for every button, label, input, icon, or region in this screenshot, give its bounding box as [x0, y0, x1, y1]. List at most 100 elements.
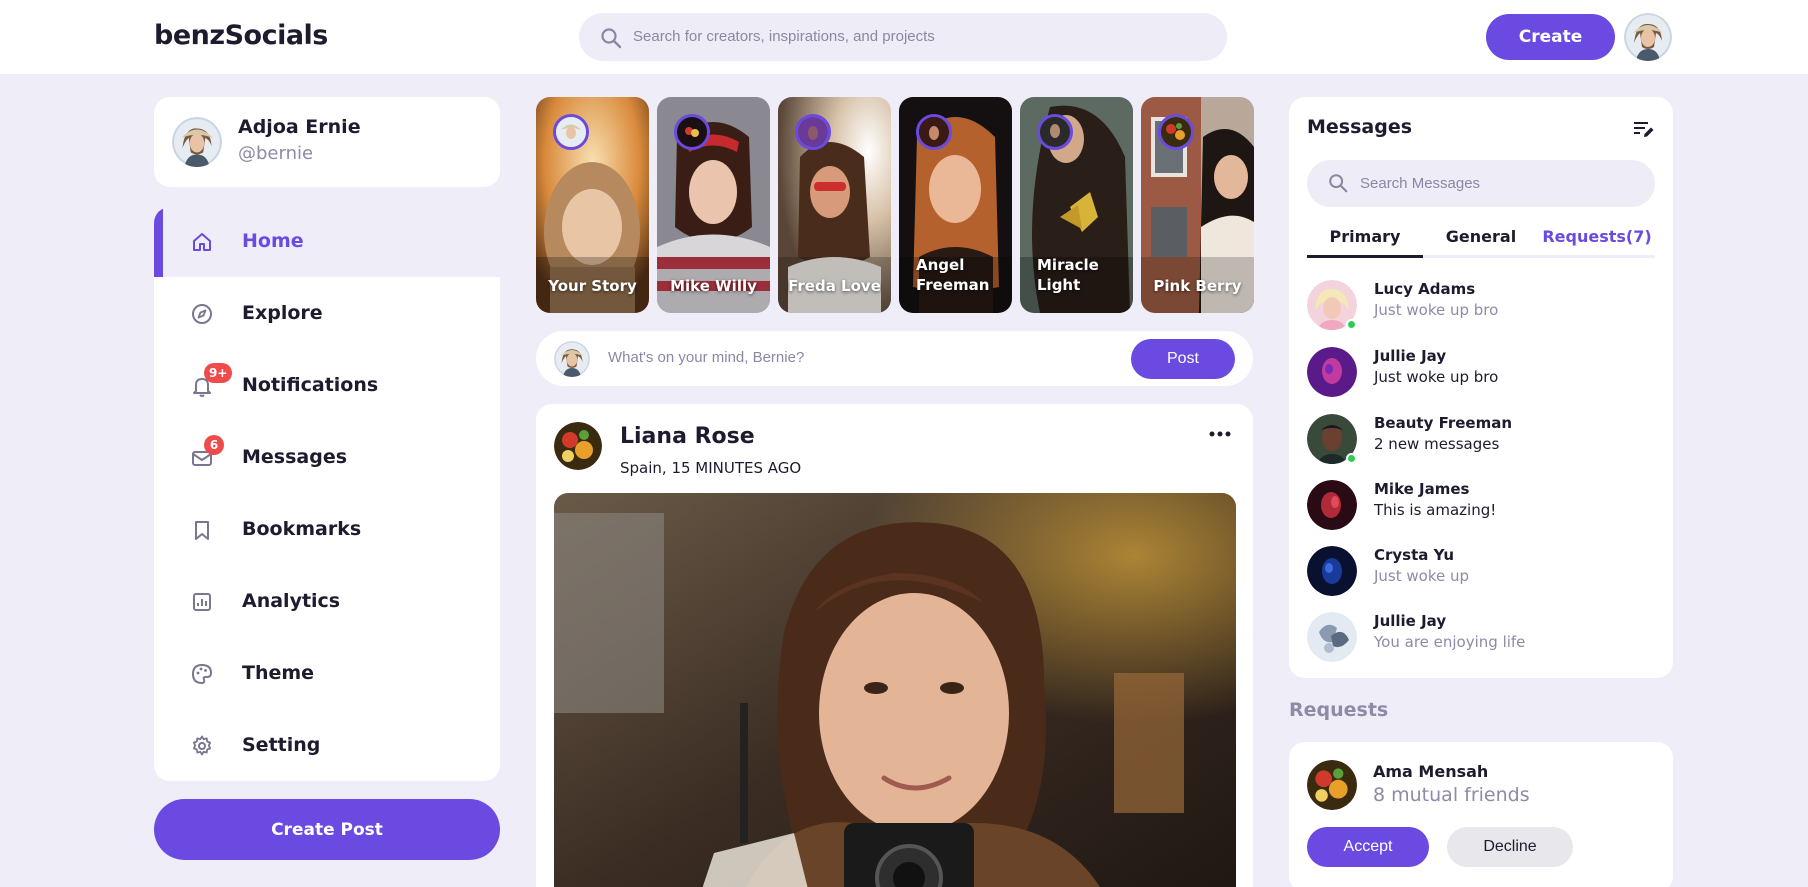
- message-item[interactable]: Lucy Adams Just woke up bro: [1307, 276, 1655, 334]
- profile-name: Adjoa Ernie: [238, 116, 361, 138]
- story-card[interactable]: Mike Willy: [657, 97, 770, 313]
- search-icon: [1329, 174, 1348, 193]
- more-options-icon[interactable]: [1208, 428, 1232, 440]
- palette-icon: [191, 663, 213, 685]
- notifications-badge: 9+: [204, 363, 233, 383]
- story-card[interactable]: Pink Berry: [1141, 97, 1254, 313]
- compose-message-icon[interactable]: [1631, 117, 1655, 141]
- message-preview: Just woke up: [1374, 567, 1470, 585]
- brand-logo[interactable]: benzSocials: [154, 20, 328, 51]
- composer-input[interactable]: What's on your mind, Bernie?: [608, 349, 804, 366]
- online-indicator: [1346, 319, 1357, 330]
- story-card[interactable]: Your Story: [536, 97, 649, 313]
- post-author-name[interactable]: Liana Rose: [620, 424, 755, 449]
- sidebar-item-bookmarks[interactable]: Bookmarks: [154, 495, 500, 565]
- post-author-avatar[interactable]: [554, 422, 602, 470]
- messages-search[interactable]: Search Messages: [1307, 160, 1655, 207]
- message-sender: Beauty Freeman: [1374, 414, 1513, 432]
- story-avatar: [1037, 114, 1073, 150]
- story-avatar: [553, 114, 589, 150]
- post-image[interactable]: [554, 493, 1236, 887]
- search-input[interactable]: Search for creators, inspirations, and p…: [633, 28, 935, 45]
- message-sender: Mike James: [1374, 480, 1470, 498]
- message-item[interactable]: Crysta Yu Just woke up: [1307, 542, 1655, 600]
- search-bar[interactable]: Search for creators, inspirations, and p…: [579, 13, 1227, 61]
- create-post-button[interactable]: Create Post: [154, 799, 500, 860]
- story-card[interactable]: Freda Love: [778, 97, 891, 313]
- message-sender: Lucy Adams: [1374, 280, 1476, 298]
- messages-title: Messages: [1307, 116, 1413, 138]
- message-item[interactable]: Jullie Jay You are enjoying life: [1307, 608, 1655, 666]
- sidebar-item-notifications[interactable]: 9+ Notifications: [154, 351, 500, 421]
- message-avatar: [1307, 480, 1357, 530]
- story-card[interactable]: Angel Freeman: [899, 97, 1012, 313]
- message-preview: You are enjoying life: [1374, 633, 1526, 651]
- sidebar-item-theme[interactable]: Theme: [154, 639, 500, 709]
- sidebar-item-setting[interactable]: Setting: [154, 711, 500, 781]
- message-avatar: [1307, 347, 1357, 397]
- story-name: Angel Freeman: [916, 256, 990, 294]
- tab-requests[interactable]: Requests(7): [1539, 224, 1655, 258]
- user-avatar[interactable]: [1624, 13, 1672, 61]
- message-item[interactable]: Jullie Jay Just woke up bro: [1307, 343, 1655, 401]
- chart-icon: [193, 593, 211, 611]
- message-item[interactable]: Mike James This is amazing!: [1307, 476, 1655, 534]
- post-meta: Spain, 15 MINUTES AGO: [620, 459, 802, 477]
- sidebar-item-messages[interactable]: 6 Messages: [154, 423, 500, 493]
- story-avatar: [1158, 114, 1194, 150]
- message-avatar: [1307, 612, 1357, 662]
- message-preview: 2 new messages: [1374, 435, 1500, 453]
- request-avatar: [1307, 760, 1357, 810]
- sidebar-item-home[interactable]: Home: [154, 207, 500, 277]
- messages-badge: 6: [204, 435, 224, 455]
- story-name: Pink Berry: [1153, 277, 1242, 295]
- story-card[interactable]: Miracle Light: [1020, 97, 1133, 313]
- sidebar-item-label: Analytics: [242, 590, 341, 612]
- profile-avatar: [172, 117, 222, 167]
- composer-avatar: [554, 341, 590, 377]
- message-avatar: [1307, 546, 1357, 596]
- bookmark-icon: [195, 521, 209, 540]
- online-indicator: [1346, 453, 1357, 464]
- post-composer[interactable]: What's on your mind, Bernie? Post: [536, 331, 1253, 386]
- sidebar-item-label: Notifications: [242, 374, 379, 396]
- story-name: Mike Willy: [670, 277, 757, 295]
- decline-button[interactable]: Decline: [1447, 827, 1573, 867]
- tab-general[interactable]: General: [1423, 224, 1539, 258]
- profile-card[interactable]: Adjoa Ernie @bernie: [154, 97, 500, 187]
- top-navbar: benzSocials Search for creators, inspira…: [0, 0, 1808, 74]
- post-button[interactable]: Post: [1131, 339, 1235, 379]
- accept-button[interactable]: Accept: [1307, 827, 1429, 867]
- sidebar-item-label: Setting: [242, 734, 321, 756]
- tab-primary[interactable]: Primary: [1307, 224, 1423, 258]
- profile-handle: @bernie: [238, 143, 314, 164]
- feed-post: Liana Rose Spain, 15 MINUTES AGO: [536, 404, 1253, 887]
- create-button[interactable]: Create: [1486, 14, 1615, 60]
- requests-title: Requests: [1289, 699, 1389, 721]
- sidebar-item-explore[interactable]: Explore: [154, 279, 500, 349]
- home-icon: [193, 233, 211, 251]
- message-preview: This is amazing!: [1374, 501, 1497, 519]
- story-name: Freda Love: [788, 277, 881, 295]
- message-preview: Just woke up bro: [1374, 368, 1499, 386]
- request-name: Ama Mensah: [1373, 762, 1489, 781]
- story-name: Miracle Light: [1037, 256, 1099, 294]
- story-avatar: [795, 114, 831, 150]
- sidebar-item-label: Theme: [242, 662, 315, 684]
- compass-icon: [192, 304, 212, 324]
- search-icon: [601, 28, 622, 49]
- message-sender: Jullie Jay: [1374, 612, 1447, 630]
- message-sender: Jullie Jay: [1374, 347, 1447, 365]
- story-avatar: [916, 114, 952, 150]
- sidebar-item-label: Home: [242, 230, 304, 252]
- sidebar-item-label: Messages: [242, 446, 348, 468]
- sidebar-nav: Home Explore 9+ Notifications 6 Messages…: [154, 207, 500, 781]
- sidebar-item-analytics[interactable]: Analytics: [154, 567, 500, 637]
- sidebar-item-label: Bookmarks: [242, 518, 362, 540]
- message-sender: Crysta Yu: [1374, 546, 1455, 564]
- story-avatar: [674, 114, 710, 150]
- gear-icon: [193, 735, 211, 756]
- message-item[interactable]: Beauty Freeman 2 new messages: [1307, 410, 1655, 468]
- message-preview: Just woke up bro: [1374, 301, 1499, 319]
- messages-search-input[interactable]: Search Messages: [1360, 175, 1480, 192]
